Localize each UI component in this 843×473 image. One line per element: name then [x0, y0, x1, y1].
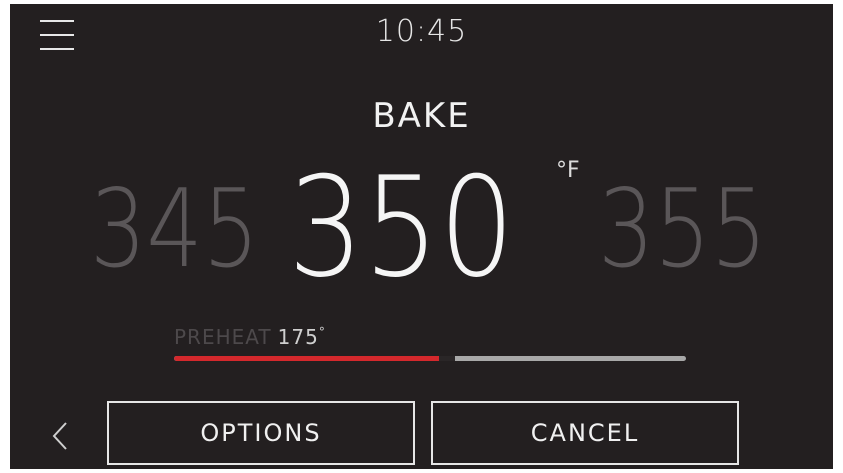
- cooking-mode-label[interactable]: BAKE: [10, 96, 833, 136]
- preheat-degree: °: [318, 325, 326, 339]
- temperature-next[interactable]: 355: [598, 176, 767, 284]
- preheat-value: 175: [277, 325, 319, 349]
- temperature-previous[interactable]: 345: [90, 176, 259, 284]
- cancel-button[interactable]: CANCEL: [431, 401, 739, 465]
- preheat-progress-marker: [439, 356, 455, 361]
- preheat-status: PREHEAT 175°: [174, 325, 326, 349]
- temperature-unit: °F: [556, 158, 580, 183]
- chevron-left-icon[interactable]: [48, 419, 72, 453]
- preheat-progress-bar: [174, 356, 686, 361]
- clock-time: 10:45: [375, 14, 468, 49]
- preheat-progress-fill: [174, 356, 445, 361]
- oven-screen: 10:45 BAKE 345 350 355 °F PREHEAT 175° OP…: [10, 4, 833, 469]
- preheat-label: PREHEAT: [174, 325, 272, 349]
- chevron-left-icon-graphic: [52, 422, 67, 450]
- temperature-current[interactable]: 350: [288, 159, 515, 297]
- options-button[interactable]: OPTIONS: [107, 401, 415, 465]
